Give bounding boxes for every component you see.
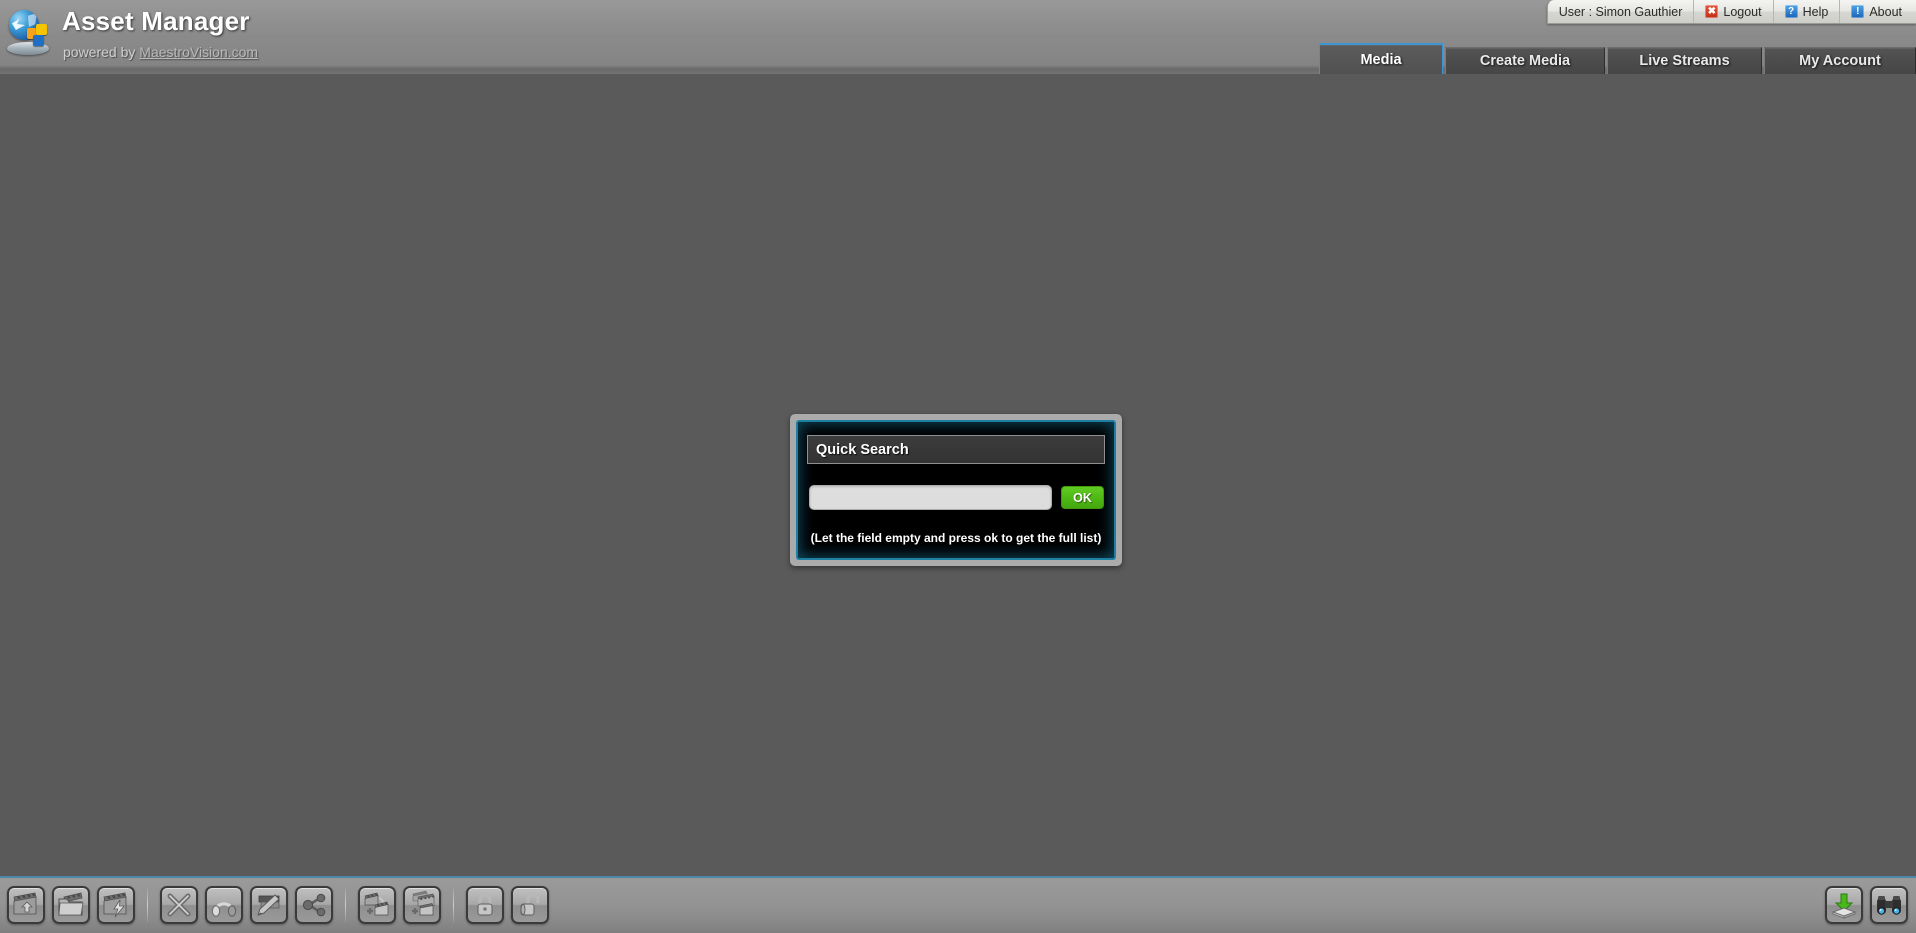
audio-preview-button[interactable] (205, 886, 243, 924)
red-x-icon: ✖ (1705, 5, 1719, 18)
quick-search-title-bar: Quick Search (807, 435, 1105, 464)
x-cross-icon (167, 893, 191, 917)
logout-label: Logout (1723, 4, 1762, 19)
toolbar-separator (453, 887, 454, 923)
clapperboard-lightning-icon (103, 892, 127, 918)
quick-search-hint: (Let the field empty and press ok to get… (810, 531, 1102, 545)
batch-collection-button[interactable] (403, 886, 441, 924)
user-name-text: User : Simon Gauthier (1558, 4, 1683, 19)
edit-metadata-button[interactable] (250, 886, 288, 924)
powered-by-text: powered by (63, 44, 140, 60)
lock-media-button[interactable] (466, 886, 504, 924)
clapperboard-folder-icon (58, 892, 84, 916)
main-content-area: Quick Search OK (Let the field empty and… (0, 74, 1916, 876)
search-input[interactable] (809, 485, 1052, 510)
puzzle-piece-blue-icon (33, 35, 44, 46)
tab-media[interactable]: Media (1319, 43, 1443, 74)
share-nodes-icon (302, 893, 326, 917)
tab-create-media[interactable]: Create Media (1445, 47, 1605, 74)
share-media-button[interactable] (295, 886, 333, 924)
logout-button[interactable]: ✖ Logout (1694, 0, 1774, 23)
add-to-collection-button[interactable] (358, 886, 396, 924)
main-navigation-tabs: Media Create Media Live Streams My Accou… (1319, 43, 1916, 74)
search-media-button[interactable] (1870, 886, 1908, 924)
toolbar-separator (147, 887, 148, 923)
delete-media-button[interactable] (160, 886, 198, 924)
quick-search-dialog: Quick Search OK (Let the field empty and… (790, 414, 1122, 566)
clapperboard-up-arrow-icon (13, 892, 37, 915)
lock-open-icon (520, 893, 540, 916)
quick-search-title: Quick Search (816, 441, 909, 458)
app-logo (7, 8, 51, 60)
help-label: Help (1802, 4, 1829, 19)
puzzle-piece-yellow-icon (36, 24, 47, 35)
open-media-folder-button[interactable] (52, 886, 90, 924)
green-download-arrow-icon (1831, 893, 1857, 919)
tab-live-streams[interactable]: Live Streams (1607, 47, 1762, 74)
lock-closed-icon (477, 893, 493, 916)
quick-media-button[interactable] (97, 886, 135, 924)
headphones-icon (211, 902, 237, 917)
maestrovision-link[interactable]: MaestroVision.com (139, 44, 258, 60)
blue-question-icon: ? (1784, 5, 1798, 18)
about-label: About (1869, 4, 1902, 19)
quick-search-input-row: OK (809, 485, 1104, 510)
import-media-button[interactable] (7, 886, 45, 924)
unlock-media-button[interactable] (511, 886, 549, 924)
clapperboards-add-icon (364, 892, 389, 916)
app-header: Asset Manager powered by MaestroVision.c… (0, 0, 1916, 74)
toolbar-separator (345, 887, 346, 923)
bottom-toolbar (0, 878, 1916, 933)
powered-by-line: powered by MaestroVision.com (63, 44, 258, 60)
help-button[interactable]: ? Help (1774, 0, 1841, 23)
current-user-label: User : Simon Gauthier (1548, 0, 1695, 23)
ok-button[interactable]: OK (1061, 486, 1104, 509)
toolbar-right-group (1825, 886, 1908, 924)
about-button[interactable]: ! About (1840, 0, 1916, 23)
clapperboards-stack-add-icon (412, 890, 435, 916)
blue-exclamation-icon: ! (1851, 5, 1865, 18)
page-title: Asset Manager (62, 6, 250, 36)
quick-search-dialog-body: Quick Search OK (Let the field empty and… (796, 420, 1116, 560)
tab-my-account[interactable]: My Account (1764, 47, 1916, 74)
pencil-edit-icon (257, 894, 280, 916)
toolbar-left-group (7, 886, 549, 924)
user-bar: User : Simon Gauthier ✖ Logout ? Help ! … (1546, 0, 1916, 24)
binoculars-icon (1877, 896, 1901, 915)
download-media-button[interactable] (1825, 886, 1863, 924)
